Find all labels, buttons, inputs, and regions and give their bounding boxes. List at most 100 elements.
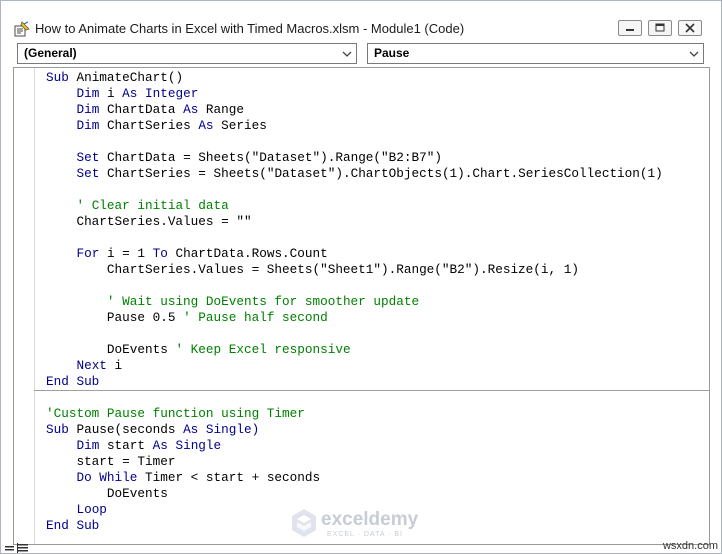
procedure-separator xyxy=(34,390,709,391)
code-token: ChartData xyxy=(106,102,184,117)
watermark-tagline: EXCEL · DATA · BI xyxy=(327,531,403,538)
code-token: AnimateChart() xyxy=(76,70,184,85)
code-text[interactable]: Sub AnimateChart() Dim i As Integer Dim … xyxy=(46,70,663,534)
minimize-button[interactable] xyxy=(618,20,642,36)
code-token: ChartSeries = Sheets("Dataset").ChartObj… xyxy=(106,166,663,181)
code-token: ChartData.Rows.Count xyxy=(175,246,328,261)
code-token: ChartSeries.Values = Sheets("Sheet1").Ra… xyxy=(46,262,579,277)
source-credit: wsxdn.com xyxy=(662,540,718,552)
code-comment: 'Custom Pause function using Timer xyxy=(46,406,305,421)
code-keyword: Set xyxy=(76,150,107,165)
procedure-dropdown[interactable]: Pause xyxy=(367,43,704,64)
code-token: Pause 0.5 xyxy=(46,310,184,325)
code-line[interactable]: Dim ChartData As Range xyxy=(46,102,663,118)
code-line[interactable]: Dim start As Single xyxy=(46,438,663,454)
code-keyword: End Sub xyxy=(46,518,100,533)
watermark-name: exceldemy xyxy=(321,509,419,530)
code-line[interactable]: ' Wait using DoEvents for smoother updat… xyxy=(46,294,663,310)
code-token: i = 1 xyxy=(106,246,153,261)
code-line[interactable]: Next i xyxy=(46,358,663,374)
code-keyword: Sub xyxy=(46,70,77,85)
code-line[interactable]: Dim i As Integer xyxy=(46,86,663,102)
chevron-down-icon xyxy=(689,51,699,57)
code-line[interactable]: 'Custom Pause function using Timer xyxy=(46,406,663,422)
minimize-icon xyxy=(626,29,634,31)
code-keyword: To xyxy=(152,246,176,261)
code-line[interactable]: ' Clear initial data xyxy=(46,198,663,214)
code-line[interactable] xyxy=(46,326,663,342)
exceldemy-watermark: exceldemy EXCEL · DATA · BI xyxy=(291,506,441,542)
code-token: Series xyxy=(221,118,267,133)
code-keyword: As xyxy=(198,118,222,133)
code-line[interactable]: DoEvents ' Keep Excel responsive xyxy=(46,342,663,358)
chevron-down-icon xyxy=(342,51,352,57)
code-token: DoEvents xyxy=(46,342,176,357)
code-comment: ' Pause half second xyxy=(183,310,328,325)
code-line[interactable]: Sub Pause(seconds As Single) xyxy=(46,422,663,438)
code-line[interactable] xyxy=(46,390,663,406)
code-token: ChartSeries xyxy=(106,118,199,133)
code-line[interactable]: Set ChartSeries = Sheets("Dataset").Char… xyxy=(46,166,663,182)
code-line[interactable]: Sub AnimateChart() xyxy=(46,70,663,86)
code-keyword: Sub xyxy=(46,422,77,437)
code-comment: ' Wait using DoEvents for smoother updat… xyxy=(106,294,420,309)
maximize-icon xyxy=(655,23,665,32)
object-dropdown[interactable]: (General) xyxy=(17,43,357,64)
code-keyword: As xyxy=(183,422,206,437)
code-keyword: For xyxy=(76,246,107,261)
code-comment: ' Clear initial data xyxy=(76,198,229,213)
code-keyword: As Integer xyxy=(122,86,199,101)
code-editor[interactable]: Sub AnimateChart() Dim i As Integer Dim … xyxy=(13,67,710,545)
margin-indicator-bar[interactable] xyxy=(14,68,35,544)
close-button[interactable] xyxy=(678,20,702,36)
code-line[interactable]: Dim ChartSeries As Series xyxy=(46,118,663,134)
code-line[interactable]: Do While Timer < start + seconds xyxy=(46,470,663,486)
code-line[interactable]: Set ChartData = Sheets("Dataset").Range(… xyxy=(46,150,663,166)
code-line[interactable]: start = Timer xyxy=(46,454,663,470)
code-token: start xyxy=(106,438,153,453)
vba-module-icon xyxy=(14,21,30,37)
object-dropdown-value: (General) xyxy=(24,46,77,60)
procedure-dropdown-value: Pause xyxy=(374,46,410,60)
code-line[interactable] xyxy=(46,278,663,294)
code-keyword: Loop xyxy=(76,502,107,517)
maximize-button[interactable] xyxy=(648,20,672,36)
code-token: start = Timer xyxy=(46,454,176,469)
code-token: i xyxy=(106,86,123,101)
code-line[interactable]: ChartSeries.Values = Sheets("Sheet1").Ra… xyxy=(46,262,663,278)
view-toggle-icons[interactable] xyxy=(3,543,43,554)
title-bar[interactable]: How to Animate Charts in Excel with Time… xyxy=(1,1,721,39)
code-keyword: Single) xyxy=(205,422,260,437)
exceldemy-logo-icon xyxy=(292,509,316,537)
code-token: Timer < start + seconds xyxy=(145,470,321,485)
full-module-view-icon xyxy=(17,543,28,553)
code-line[interactable]: End Sub xyxy=(46,374,663,390)
code-keyword: Do While xyxy=(76,470,145,485)
code-line[interactable] xyxy=(46,182,663,198)
code-keyword: Next xyxy=(76,358,115,373)
code-line[interactable]: Pause 0.5 ' Pause half second xyxy=(46,310,663,326)
code-line[interactable] xyxy=(46,230,663,246)
code-line[interactable]: ChartSeries.Values = "" xyxy=(46,214,663,230)
code-token: ChartData = Sheets("Dataset").Range("B2:… xyxy=(106,150,442,165)
code-keyword: Set xyxy=(76,166,107,181)
procedure-view-icon xyxy=(5,546,14,551)
code-keyword: As Single xyxy=(152,438,222,453)
code-line[interactable]: For i = 1 To ChartData.Rows.Count xyxy=(46,246,663,262)
code-token: Range xyxy=(205,102,244,117)
code-line[interactable] xyxy=(46,134,663,150)
code-keyword: Dim xyxy=(76,438,107,453)
close-icon xyxy=(685,23,695,33)
code-line[interactable]: DoEvents xyxy=(46,486,663,502)
